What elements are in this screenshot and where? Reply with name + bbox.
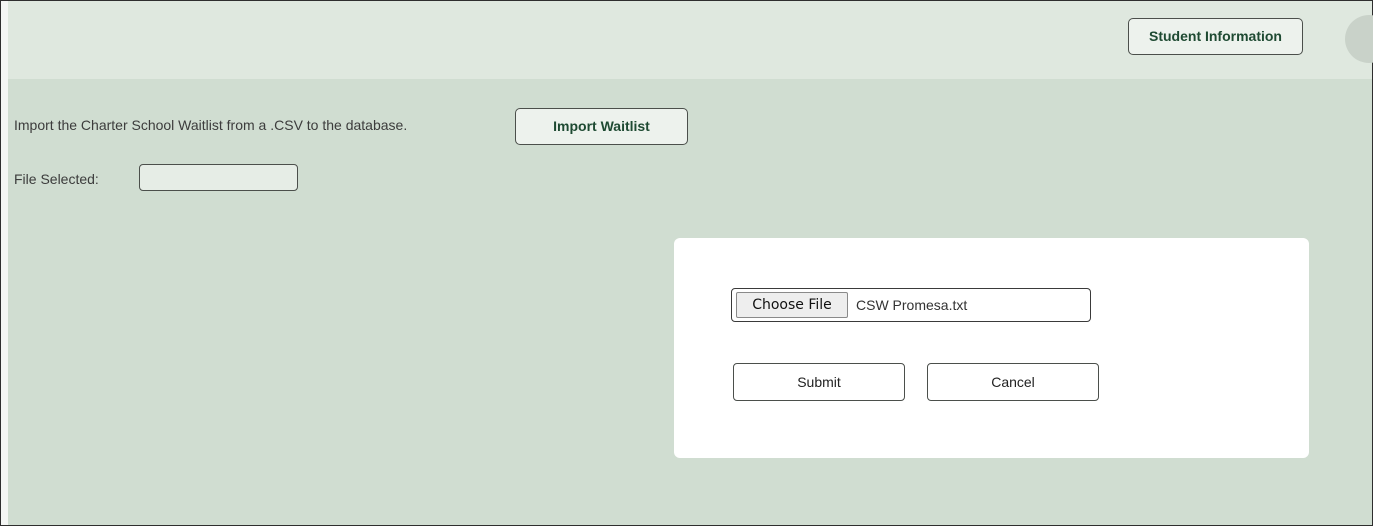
file-selected-field bbox=[139, 164, 298, 191]
file-input[interactable]: Choose File CSW Promesa.txt bbox=[731, 288, 1091, 322]
cancel-button[interactable]: Cancel bbox=[927, 363, 1099, 401]
file-selected-label: File Selected: bbox=[14, 171, 99, 187]
import-description: Import the Charter School Waitlist from … bbox=[14, 117, 408, 133]
left-edge bbox=[1, 1, 8, 525]
import-waitlist-button[interactable]: Import Waitlist bbox=[515, 108, 688, 145]
chosen-file-name: CSW Promesa.txt bbox=[856, 297, 968, 313]
choose-file-button[interactable]: Choose File bbox=[736, 292, 848, 318]
app-window: Student Information Import the Charter S… bbox=[0, 0, 1373, 526]
submit-button[interactable]: Submit bbox=[733, 363, 905, 401]
student-information-button[interactable]: Student Information bbox=[1128, 18, 1303, 55]
upload-dialog: Choose File CSW Promesa.txt Submit Cance… bbox=[674, 238, 1309, 458]
